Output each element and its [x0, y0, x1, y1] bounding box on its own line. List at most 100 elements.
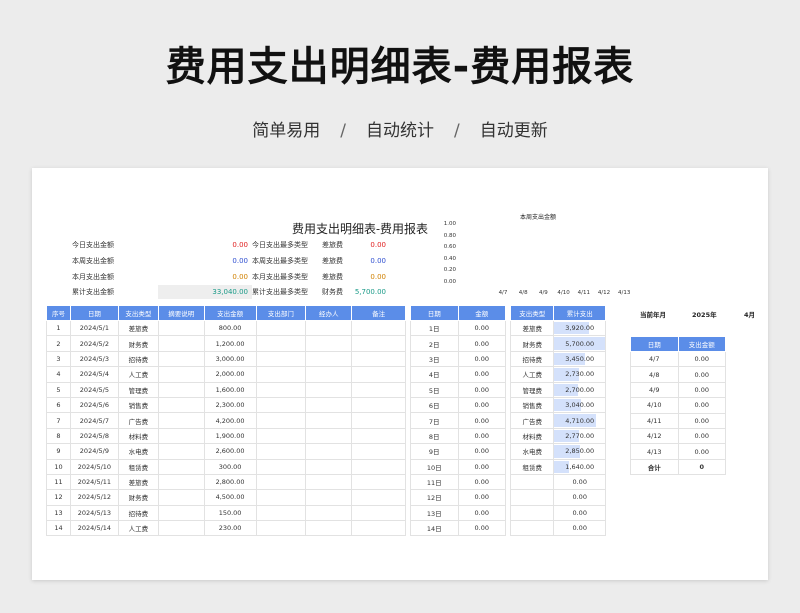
table-cell[interactable]: [255, 350, 307, 368]
table-cell[interactable]: 5日: [410, 381, 459, 398]
amount-cell[interactable]: 3,920.00: [553, 319, 606, 337]
table-cell[interactable]: 2024/5/3: [69, 350, 119, 368]
table-cell[interactable]: 0.00: [677, 427, 726, 445]
table-cell[interactable]: 招待费: [117, 504, 159, 522]
column-header[interactable]: 序号: [46, 305, 71, 321]
amount-cell[interactable]: 3,040.00: [553, 396, 606, 414]
table-cell[interactable]: [351, 473, 406, 491]
table-cell[interactable]: [351, 458, 406, 475]
table-cell[interactable]: 4/11: [630, 412, 679, 429]
table-cell[interactable]: 4/8: [630, 366, 679, 383]
table-cell[interactable]: 14日: [410, 520, 459, 537]
type-cell[interactable]: [509, 504, 555, 522]
table-cell[interactable]: [255, 366, 307, 383]
table-cell[interactable]: 2024/5/6: [69, 396, 119, 414]
table-cell[interactable]: 150.00: [203, 504, 257, 522]
amount-cell[interactable]: 3,450.00: [553, 350, 606, 368]
table-cell[interactable]: 人工费: [117, 520, 159, 537]
table-cell[interactable]: 4,200.00: [203, 412, 257, 429]
table-cell[interactable]: 0.00: [457, 366, 506, 383]
table-cell[interactable]: 12: [46, 489, 71, 506]
table-cell[interactable]: [255, 427, 307, 445]
table-cell[interactable]: 13日: [410, 504, 459, 522]
table-cell[interactable]: [255, 520, 307, 537]
table-cell[interactable]: 5: [46, 381, 71, 398]
table-cell[interactable]: [305, 458, 353, 475]
amount-cell[interactable]: 2,730.00: [553, 366, 606, 383]
table-cell[interactable]: [255, 335, 307, 352]
amount-cell[interactable]: 0.00: [553, 520, 606, 537]
table-cell[interactable]: [305, 396, 353, 414]
table-cell[interactable]: 0.00: [677, 412, 726, 429]
type-cell[interactable]: 招待费: [509, 350, 555, 368]
type-cell[interactable]: 财务费: [509, 335, 555, 352]
table-cell[interactable]: 4,500.00: [203, 489, 257, 506]
table-cell[interactable]: 2: [46, 335, 71, 352]
table-cell[interactable]: 9: [46, 443, 71, 460]
column-header[interactable]: 摘要说明: [157, 305, 205, 321]
table-cell[interactable]: 1,600.00: [203, 381, 257, 398]
amount-cell[interactable]: 4,710.00: [553, 412, 606, 429]
table-cell[interactable]: 销售费: [117, 396, 159, 414]
table-cell[interactable]: 7日: [410, 412, 459, 429]
table-cell[interactable]: 0.00: [677, 381, 726, 399]
amount-cell[interactable]: 0.00: [553, 504, 606, 522]
amount-cell[interactable]: 2,770.00: [553, 427, 606, 445]
column-header[interactable]: 支出类型: [509, 305, 555, 321]
table-cell[interactable]: [351, 350, 406, 368]
table-cell[interactable]: [157, 335, 205, 352]
table-cell[interactable]: [351, 366, 406, 383]
table-cell[interactable]: [255, 381, 307, 398]
table-cell[interactable]: 2024/5/7: [69, 412, 119, 429]
summary-value[interactable]: 0.00: [158, 238, 248, 252]
table-cell[interactable]: [255, 319, 307, 337]
amount-cell[interactable]: 0.00: [553, 489, 606, 506]
table-cell[interactable]: 4/9: [630, 381, 679, 399]
table-cell[interactable]: [157, 504, 205, 522]
total-value[interactable]: 0: [677, 458, 726, 476]
table-cell[interactable]: 2,000.00: [203, 366, 257, 383]
column-header[interactable]: 支出金额: [203, 305, 257, 321]
table-cell[interactable]: 2,800.00: [203, 473, 257, 491]
table-cell[interactable]: 0.00: [457, 504, 506, 522]
table-cell[interactable]: 2,300.00: [203, 396, 257, 414]
table-cell[interactable]: [255, 458, 307, 475]
table-cell[interactable]: 0.00: [457, 335, 506, 352]
table-cell[interactable]: 0.00: [677, 397, 726, 414]
table-cell[interactable]: 0.00: [677, 443, 726, 460]
table-cell[interactable]: 1,900.00: [203, 427, 257, 445]
amount-cell[interactable]: 2,700.00: [553, 381, 606, 398]
table-cell[interactable]: [157, 489, 205, 506]
column-header[interactable]: 金额: [457, 305, 506, 321]
table-cell[interactable]: [305, 319, 353, 337]
table-cell[interactable]: 1,200.00: [203, 335, 257, 352]
table-cell[interactable]: 7: [46, 412, 71, 429]
table-cell[interactable]: 0.00: [457, 381, 506, 398]
column-header[interactable]: 支出类型: [117, 305, 159, 321]
table-cell[interactable]: [157, 473, 205, 491]
table-cell[interactable]: 6日: [410, 396, 459, 414]
summary-value[interactable]: 0.00: [158, 270, 248, 284]
table-cell[interactable]: [305, 427, 353, 445]
table-cell[interactable]: [255, 443, 307, 460]
type-cell[interactable]: 人工费: [509, 366, 555, 383]
table-cell[interactable]: [305, 489, 353, 506]
table-cell[interactable]: 差旅费: [117, 473, 159, 491]
type-cell[interactable]: 差旅费: [509, 319, 555, 337]
type-cell[interactable]: 材料费: [509, 427, 555, 445]
table-cell[interactable]: 3日: [410, 350, 459, 368]
table-cell[interactable]: [351, 489, 406, 506]
summary-type-value[interactable]: 0.00: [336, 270, 386, 284]
table-cell[interactable]: 0.00: [457, 396, 506, 414]
period-year[interactable]: 2025年: [692, 309, 717, 319]
summary-type-value[interactable]: 0.00: [336, 254, 386, 268]
type-cell[interactable]: 租赁费: [509, 458, 555, 475]
table-cell[interactable]: 2024/5/8: [69, 427, 119, 445]
table-cell[interactable]: 0.00: [457, 412, 506, 429]
table-cell[interactable]: 2024/5/5: [69, 381, 119, 398]
amount-cell[interactable]: 2,850.00: [553, 443, 606, 460]
table-cell[interactable]: [157, 427, 205, 445]
table-cell[interactable]: 2024/5/2: [69, 335, 119, 352]
table-cell[interactable]: [351, 427, 406, 445]
table-cell[interactable]: 2024/5/4: [69, 366, 119, 383]
